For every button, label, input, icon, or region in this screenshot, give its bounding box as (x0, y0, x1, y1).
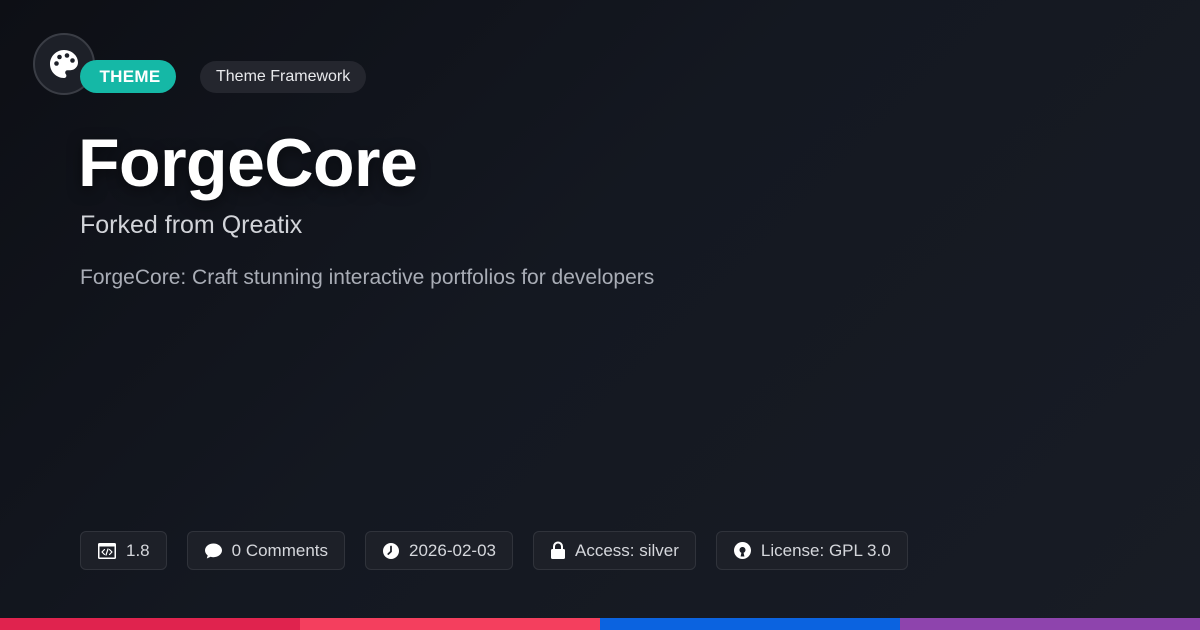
chat-bubble-icon (204, 543, 222, 558)
meta-date-label: 2026-02-03 (409, 540, 496, 560)
meta-license: License: GPL 3.0 (715, 531, 908, 570)
color-bar-segment (900, 618, 1200, 630)
meta-row: 1.8 0 Comments 2026-02-03 Access: silver… (80, 531, 908, 570)
meta-comments[interactable]: 0 Comments (186, 531, 346, 570)
palette-icon (50, 50, 78, 78)
meta-comments-label: 0 Comments (231, 540, 329, 560)
color-bar-segment (0, 618, 300, 630)
color-bar (0, 618, 1200, 630)
page-title: ForgeCore (78, 125, 418, 201)
meta-version-label: 1.8 (126, 540, 150, 560)
meta-date: 2026-02-03 (365, 531, 513, 570)
description: ForgeCore: Craft stunning interactive po… (80, 266, 655, 289)
open-source-icon (733, 542, 751, 559)
color-bar-segment (600, 618, 900, 630)
code-window-icon (98, 542, 116, 559)
meta-access: Access: silver (532, 531, 696, 570)
category-badge: THEME (80, 60, 176, 93)
color-bar-segment (300, 618, 600, 630)
type-badge: Theme Framework (200, 61, 367, 93)
forked-from-subtitle: Forked from Qreatix (80, 211, 303, 239)
clock-icon (383, 542, 400, 559)
meta-access-label: Access: silver (574, 540, 679, 560)
lock-icon (550, 541, 565, 559)
meta-license-label: License: GPL 3.0 (760, 540, 891, 560)
meta-version: 1.8 (80, 531, 167, 570)
